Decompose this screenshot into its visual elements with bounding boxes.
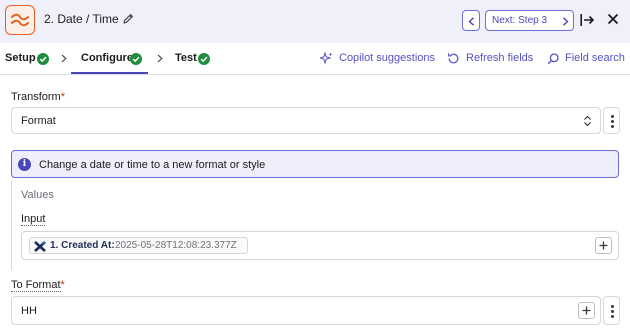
transform-select[interactable]: Format (11, 107, 601, 134)
tab-configure[interactable]: Configure (81, 52, 133, 64)
info-text: Change a date or time to a new format or… (39, 159, 266, 171)
tab-setup[interactable]: Setup (5, 52, 36, 64)
next-step-button[interactable]: Next: Step 3 (485, 10, 574, 31)
info-icon: i (18, 158, 31, 171)
to-format-field[interactable]: HH (11, 296, 601, 325)
to-format-more-options-button[interactable] (603, 296, 620, 325)
step-header: 2. Date / Time Next: Step 3 (0, 0, 630, 43)
sparkle-icon (320, 52, 333, 65)
plus-icon (599, 241, 608, 250)
next-step-label: Next: Step 3 (492, 15, 548, 26)
search-icon (547, 53, 559, 65)
transform-select-value: Format (21, 115, 56, 127)
input-insert-data-button[interactable] (595, 237, 612, 254)
plus-icon (582, 306, 591, 315)
chevron-right-icon (157, 54, 163, 63)
refresh-icon (447, 53, 459, 64)
chevron-right-icon (563, 17, 569, 26)
to-format-insert-data-button[interactable] (578, 302, 595, 319)
previous-step-button[interactable] (462, 10, 480, 31)
tab-test[interactable]: Test (175, 52, 197, 64)
chevron-left-icon (468, 17, 474, 26)
values-heading: Values (21, 189, 54, 201)
token-value: 2025-05-28T12:08:23.377Z (115, 240, 237, 251)
app-logo-icon (34, 241, 46, 252)
input-field[interactable]: 1. Created At: 2025-05-28T12:08:23.377Z (21, 231, 619, 260)
step-tabs: Setup Configure Test Copilot suggestions… (0, 43, 630, 75)
configure-complete-check-icon (130, 53, 142, 65)
transform-label: Transform* (11, 91, 65, 103)
chevron-up-down-icon (584, 115, 591, 127)
edit-pencil-icon[interactable] (123, 13, 134, 24)
active-tab-indicator (71, 72, 148, 74)
setup-complete-check-icon (37, 53, 49, 65)
copilot-suggestions-button[interactable]: Copilot suggestions (339, 52, 435, 64)
to-format-label: To Format* (11, 279, 65, 292)
to-format-value: HH (21, 305, 37, 317)
transform-more-options-button[interactable] (603, 107, 620, 134)
field-search-button[interactable]: Field search (565, 52, 625, 64)
test-complete-check-icon (198, 53, 210, 65)
values-group-rail (11, 180, 12, 270)
exit-panel-icon[interactable] (580, 13, 595, 27)
token-label: 1. Created At: (50, 240, 115, 251)
chevron-right-icon (61, 54, 67, 63)
step-title[interactable]: 2. Date / Time (44, 12, 119, 26)
date-time-app-icon (5, 5, 35, 35)
input-label: Input (21, 213, 46, 226)
input-mapped-token[interactable]: 1. Created At: 2025-05-28T12:08:23.377Z (29, 237, 248, 254)
info-banner: i Change a date or time to a new format … (11, 150, 619, 178)
refresh-fields-button[interactable]: Refresh fields (466, 52, 533, 64)
close-icon[interactable] (607, 13, 619, 25)
